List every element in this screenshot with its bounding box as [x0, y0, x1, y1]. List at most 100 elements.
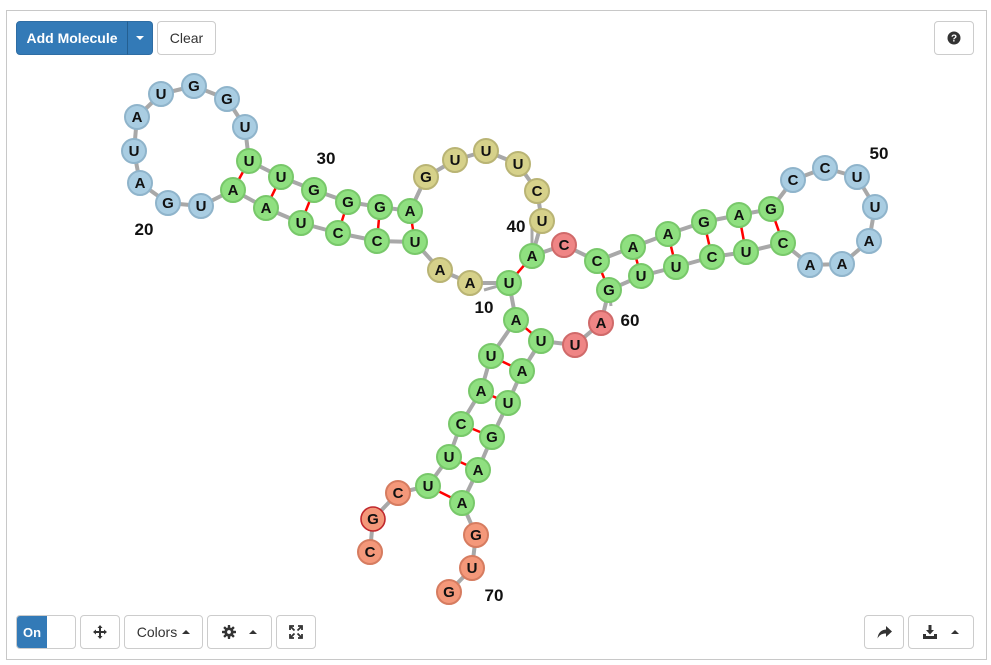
nucleotide-letter: U: [870, 199, 881, 216]
caret-up-icon: [182, 630, 191, 634]
nucleotide[interactable]: U: [236, 148, 262, 174]
nucleotide[interactable]: U: [562, 332, 588, 358]
nucleotide[interactable]: U: [496, 270, 522, 296]
index-label: 70: [485, 586, 504, 605]
caret-up-icon: [249, 630, 258, 634]
nucleotide-letter: G: [470, 527, 482, 544]
nucleotide[interactable]: A: [503, 307, 529, 333]
nucleotide[interactable]: C: [551, 232, 577, 258]
toggle-switch[interactable]: On: [16, 615, 76, 649]
nucleotide[interactable]: U: [663, 254, 689, 280]
nucleotide[interactable]: U: [528, 328, 554, 354]
nucleotide[interactable]: U: [436, 444, 462, 470]
nucleotide[interactable]: A: [797, 252, 823, 278]
nucleotide[interactable]: C: [385, 480, 411, 506]
nucleotide[interactable]: C: [524, 178, 550, 204]
nucleotide[interactable]: U: [288, 210, 314, 236]
nucleotide[interactable]: A: [457, 270, 483, 296]
nucleotide[interactable]: U: [442, 147, 468, 173]
nucleotide[interactable]: G: [758, 196, 784, 222]
nucleotide[interactable]: A: [620, 234, 646, 260]
nucleotide[interactable]: G: [413, 164, 439, 190]
nucleotide[interactable]: A: [127, 170, 153, 196]
nucleotide[interactable]: C: [357, 539, 383, 565]
index-label: 50: [870, 144, 889, 163]
nucleotide[interactable]: A: [465, 457, 491, 483]
pan-button[interactable]: [80, 615, 120, 649]
nucleotide-letter: A: [132, 109, 143, 126]
nucleotide[interactable]: G: [360, 506, 386, 532]
rna-structure-canvas[interactable]: CGC UUCAUAUAAUCCUAAUGAUAU GGUUUGG G AGUUUCUA…: [0, 0, 991, 665]
nucleotide[interactable]: A: [588, 310, 614, 336]
nucleotide[interactable]: U: [495, 390, 521, 416]
colors-button[interactable]: Colors: [124, 615, 203, 649]
nucleotide[interactable]: A: [124, 104, 150, 130]
download-button[interactable]: [908, 615, 974, 649]
nucleotide[interactable]: U: [121, 138, 147, 164]
nucleotide[interactable]: A: [449, 490, 475, 516]
nucleotide[interactable]: C: [584, 248, 610, 274]
nucleotide[interactable]: C: [812, 155, 838, 181]
nucleotide[interactable]: U: [268, 164, 294, 190]
nucleotide[interactable]: C: [448, 411, 474, 437]
nucleotide[interactable]: U: [415, 473, 441, 499]
nucleotide[interactable]: A: [220, 177, 246, 203]
nucleotide-letter: A: [511, 312, 522, 329]
nucleotide[interactable]: A: [397, 198, 423, 224]
nucleotide[interactable]: U: [188, 193, 214, 219]
nucleotide[interactable]: A: [509, 358, 535, 384]
nucleotide[interactable]: G: [691, 209, 717, 235]
fullscreen-button[interactable]: [276, 615, 316, 649]
nucleotide[interactable]: G: [596, 277, 622, 303]
nucleotide-letter: G: [367, 511, 379, 528]
settings-button[interactable]: [207, 615, 272, 649]
nucleotide[interactable]: A: [726, 202, 752, 228]
nucleotide-letter: A: [261, 200, 272, 217]
nucleotide[interactable]: G: [463, 522, 489, 548]
nucleotide[interactable]: C: [780, 167, 806, 193]
nucleotide[interactable]: U: [478, 343, 504, 369]
nucleotide[interactable]: U: [844, 164, 870, 190]
nucleotide[interactable]: U: [862, 194, 888, 220]
nucleotide[interactable]: A: [468, 378, 494, 404]
nucleotide[interactable]: A: [519, 243, 545, 269]
nucleotide[interactable]: U: [529, 208, 555, 234]
nucleotide[interactable]: G: [181, 73, 207, 99]
nucleotide[interactable]: A: [253, 195, 279, 221]
nucleotide-letter: C: [372, 233, 383, 250]
nucleotide-letter: A: [596, 315, 607, 332]
nucleotide[interactable]: A: [856, 228, 882, 254]
nucleotide[interactable]: C: [364, 228, 390, 254]
nucleotide[interactable]: G: [335, 189, 361, 215]
nucleotide-letter: C: [820, 160, 831, 177]
nucleotide[interactable]: A: [829, 251, 855, 277]
nucleotide[interactable]: G: [214, 86, 240, 112]
nucleotide[interactable]: C: [325, 220, 351, 246]
nucleotide[interactable]: U: [473, 138, 499, 164]
nucleotide[interactable]: U: [459, 555, 485, 581]
nucleotide[interactable]: U: [733, 239, 759, 265]
nucleotide[interactable]: G: [301, 177, 327, 203]
nucleotide[interactable]: U: [505, 151, 531, 177]
nucleotide-letter: G: [374, 199, 386, 216]
nucleotide-letter: C: [333, 225, 344, 242]
expand-icon: [289, 625, 303, 639]
share-button[interactable]: [864, 615, 904, 649]
index-label: 30: [317, 149, 336, 168]
nucleotide-letter: U: [671, 259, 682, 276]
nucleotide[interactable]: A: [655, 221, 681, 247]
nucleotide[interactable]: U: [628, 263, 654, 289]
nucleotide[interactable]: U: [232, 114, 258, 140]
nucleotide[interactable]: A: [427, 257, 453, 283]
base-pair-bond: [515, 264, 526, 275]
nucleotide[interactable]: U: [402, 229, 428, 255]
nucleotide-letter: A: [628, 239, 639, 256]
nucleotide[interactable]: G: [436, 579, 462, 605]
nucleotide[interactable]: G: [155, 190, 181, 216]
nucleotide[interactable]: G: [367, 194, 393, 220]
nucleotide[interactable]: C: [699, 244, 725, 270]
nucleotide[interactable]: C: [770, 230, 796, 256]
nucleotide[interactable]: G: [479, 424, 505, 450]
nucleotide-letter: G: [162, 195, 174, 212]
nucleotide[interactable]: U: [148, 81, 174, 107]
